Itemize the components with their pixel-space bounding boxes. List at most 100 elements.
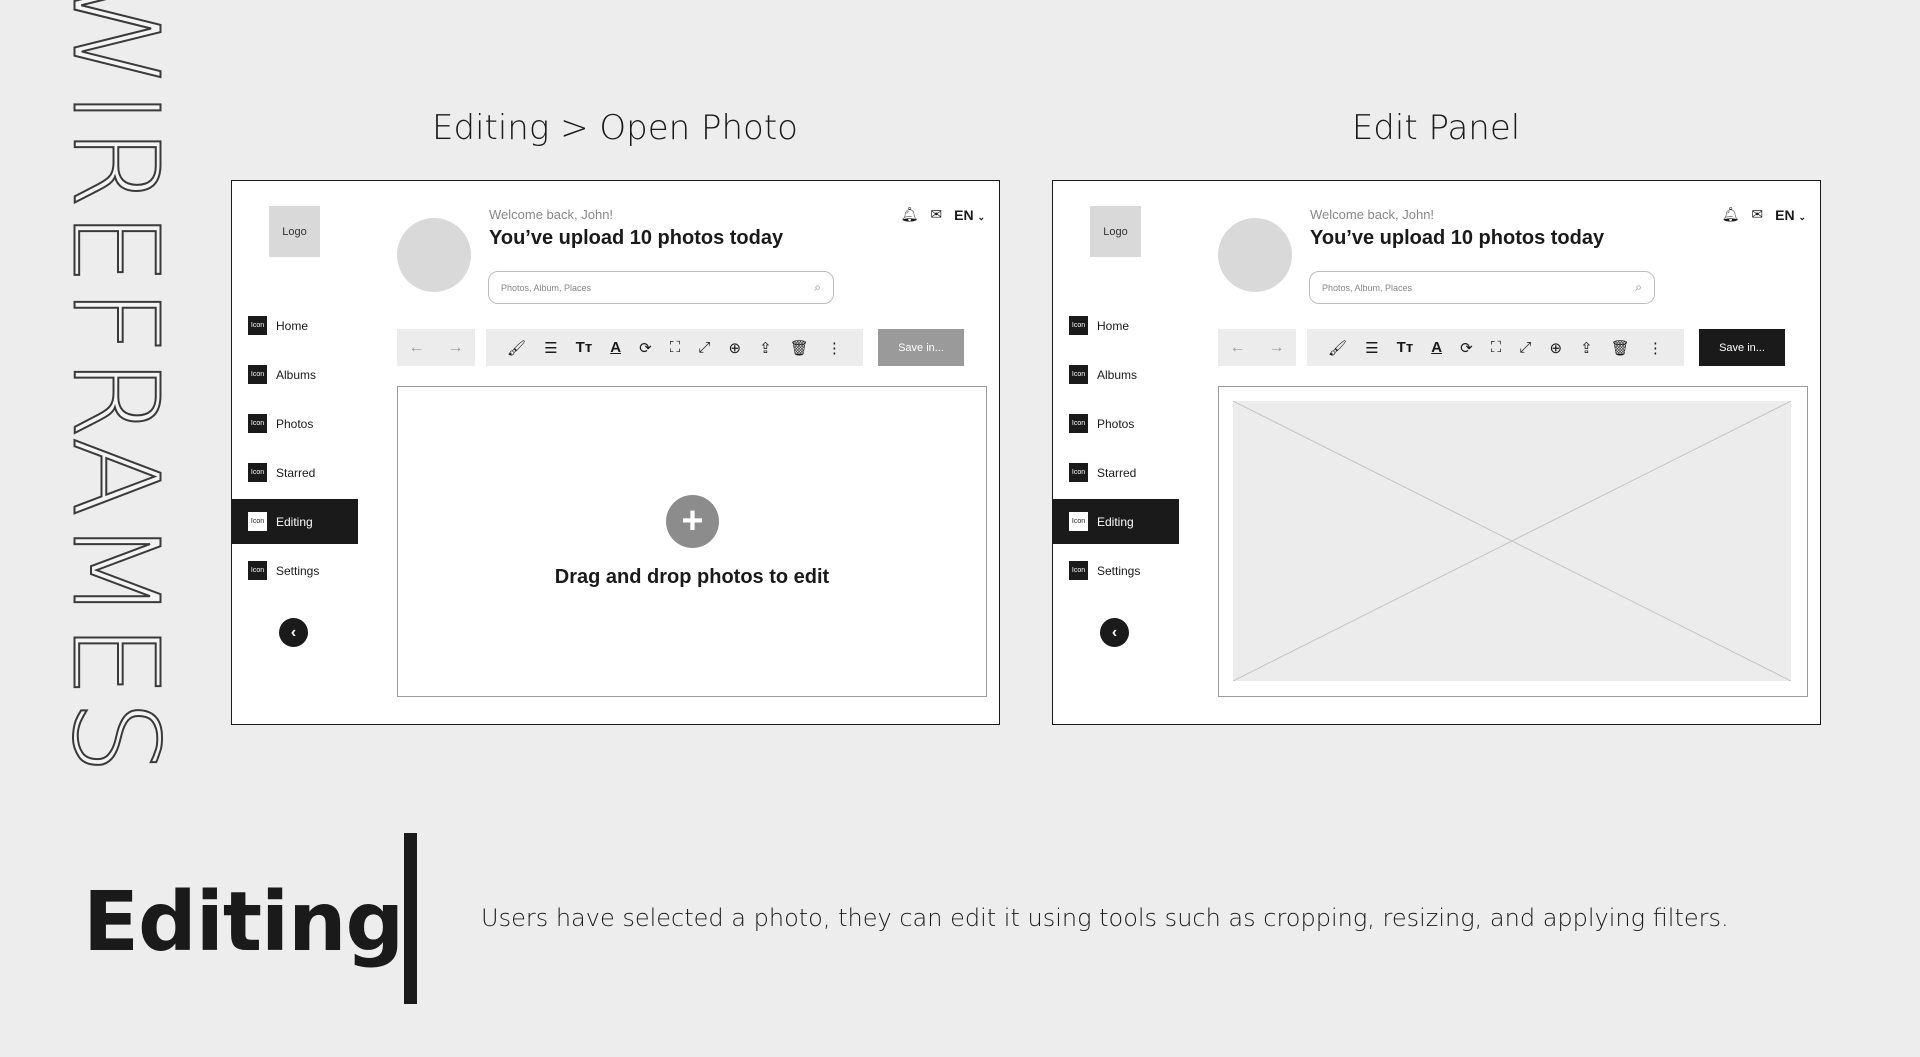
sidebar-item-home[interactable]: Icon Home [232,303,358,348]
collapse-sidebar-button[interactable]: ‹ [279,618,308,647]
text-color-icon[interactable]: A [610,339,621,356]
rotate-icon[interactable]: ⟳ [1460,339,1473,357]
page-headline: You’ve upload 10 photos today [1310,227,1605,249]
section-description: Users have selected a photo, they can ed… [481,904,1729,932]
sidebar-item-starred[interactable]: Icon Starred [1053,450,1179,495]
sidebar-item-label: Home [1097,318,1130,333]
star-icon: Icon [1069,463,1088,482]
chevron-down-icon: ⌄ [977,211,985,222]
welcome-text: Welcome back, John! [489,207,614,222]
language-select[interactable]: EN ⌄ [954,207,985,223]
header-actions: 🔔︎ ✉ EN ⌄ [1722,206,1806,223]
share-icon[interactable]: ⇪ [759,339,772,357]
share-icon[interactable]: ⇪ [1580,339,1593,357]
sidebar-item-settings[interactable]: Icon Settings [1053,548,1179,593]
drop-zone[interactable]: + Drag and drop photos to edit [397,386,987,697]
gear-icon: Icon [1069,561,1088,580]
back-arrow-icon[interactable]: ← [409,339,425,357]
history-nav: ← → [397,329,475,366]
search-input[interactable]: Photos, Album, Places ⌕ [1309,271,1655,304]
sidebar-item-label: Photos [276,416,314,431]
add-circle-icon[interactable]: ⊕ [728,339,741,357]
search-icon[interactable]: ⌕ [1635,280,1642,295]
sidebar-item-photos[interactable]: Icon Photos [232,401,358,446]
more-icon[interactable]: ⋮ [1648,339,1663,357]
more-icon[interactable]: ⋮ [827,339,842,357]
chevron-left-icon: ‹ [1111,623,1118,641]
page-headline: You’ve upload 10 photos today [489,227,784,249]
sidebar-item-label: Editing [1097,514,1134,529]
frame-title-edit-panel: Edit Panel [1351,108,1521,148]
sliders-icon[interactable]: ☰ [1365,339,1378,357]
save-button[interactable]: Save in... [878,329,964,366]
collapse-sidebar-button[interactable]: ‹ [1100,618,1129,647]
albums-icon: Icon [1069,365,1088,384]
edit-icon: Icon [248,512,267,531]
logo[interactable]: Logo [269,206,320,257]
search-input[interactable]: Photos, Album, Places ⌕ [488,271,834,304]
bell-icon[interactable]: 🔔︎ [901,206,919,223]
wireframe-open-photo: Logo Icon Home Icon Albums Icon Photos Icon… [231,180,1000,725]
brush-icon[interactable]: 🖌︎ [1328,339,1347,357]
chevron-left-icon: ‹ [290,623,297,641]
photos-icon: Icon [1069,414,1088,433]
sidebar-item-editing[interactable]: Icon Editing [1053,499,1179,544]
text-color-icon[interactable]: A [1431,339,1442,356]
welcome-text: Welcome back, John! [1310,207,1435,222]
gear-icon: Icon [248,561,267,580]
add-circle-icon[interactable]: ⊕ [1549,339,1562,357]
photo-canvas[interactable] [1218,386,1808,697]
photos-icon: Icon [248,414,267,433]
albums-icon: Icon [248,365,267,384]
sidebar-item-editing[interactable]: Icon Editing [232,499,358,544]
sidebar-item-albums[interactable]: Icon Albums [1053,352,1179,397]
sidebar-item-home[interactable]: Icon Home [1053,303,1179,348]
plus-icon[interactable]: + [666,495,719,548]
edit-toolbar: 🖌︎ ☰ Tт A ⟳ ⛶ ⤢ ⊕ ⇪ 🗑︎ ⋮ [1307,329,1684,366]
header-actions: 🔔︎ ✉ EN ⌄ [901,206,985,223]
mail-icon[interactable]: ✉ [1751,206,1763,223]
trash-icon[interactable]: 🗑︎ [790,339,809,357]
search-placeholder: Photos, Album, Places [501,282,592,293]
sidebar-item-label: Settings [276,563,320,578]
save-button[interactable]: Save in... [1699,329,1785,366]
trash-icon[interactable]: 🗑︎ [1611,339,1630,357]
avatar[interactable] [397,218,471,292]
resize-icon[interactable]: ⤢ [698,339,710,356]
back-arrow-icon[interactable]: ← [1230,339,1246,357]
language-select[interactable]: EN ⌄ [1775,207,1806,223]
forward-arrow-icon[interactable]: → [448,339,464,357]
sidebar-item-label: Photos [1097,416,1135,431]
brush-icon[interactable]: 🖌︎ [507,339,526,357]
search-icon[interactable]: ⌕ [814,280,821,295]
section-title: Editing [83,875,404,970]
crop-icon[interactable]: ⛶ [1491,339,1502,356]
sidebar-item-label: Editing [276,514,313,529]
text-size-icon[interactable]: Tт [576,339,593,356]
avatar[interactable] [1218,218,1292,292]
search-placeholder: Photos, Album, Places [1322,282,1413,293]
resize-icon[interactable]: ⤢ [1519,339,1531,356]
sidebar-item-albums[interactable]: Icon Albums [232,352,358,397]
text-size-icon[interactable]: Tт [1397,339,1414,356]
history-nav: ← → [1218,329,1296,366]
crop-icon[interactable]: ⛶ [670,339,681,356]
sidebar-item-label: Settings [1097,563,1141,578]
sidebar-item-starred[interactable]: Icon Starred [232,450,358,495]
sidebar-item-label: Albums [1097,367,1138,382]
sidebar-nav: Icon Home Icon Albums Icon Photos Icon Starr… [232,303,358,597]
sliders-icon[interactable]: ☰ [544,339,557,357]
edit-icon: Icon [1069,512,1088,531]
bell-icon[interactable]: 🔔︎ [1722,206,1740,223]
divider [404,833,417,1004]
forward-arrow-icon[interactable]: → [1269,339,1285,357]
rotate-icon[interactable]: ⟳ [639,339,652,357]
chevron-down-icon: ⌄ [1798,211,1806,222]
logo[interactable]: Logo [1090,206,1141,257]
star-icon: Icon [248,463,267,482]
edit-toolbar: 🖌︎ ☰ Tт A ⟳ ⛶ ⤢ ⊕ ⇪ 🗑︎ ⋮ [486,329,863,366]
sidebar-item-photos[interactable]: Icon Photos [1053,401,1179,446]
photo-placeholder[interactable] [1233,401,1791,681]
sidebar-item-settings[interactable]: Icon Settings [232,548,358,593]
mail-icon[interactable]: ✉ [930,206,942,223]
